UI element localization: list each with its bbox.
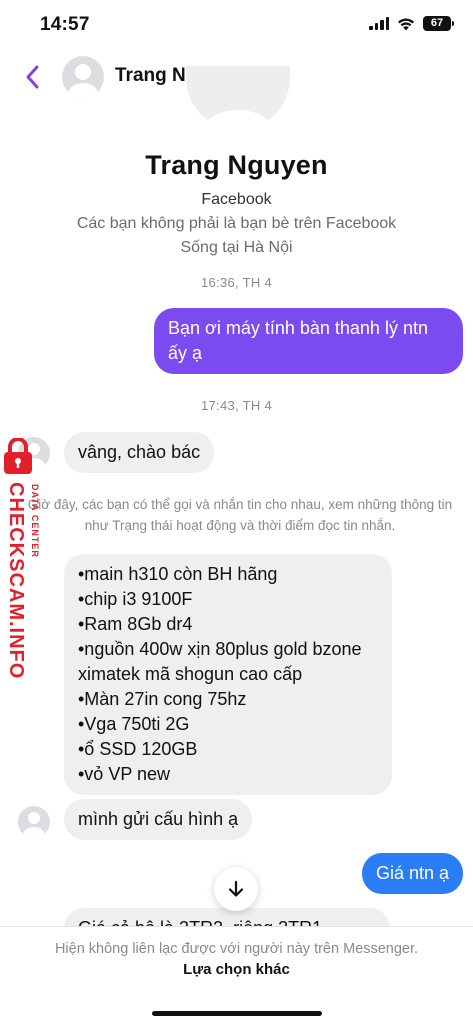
watermark-sub: DATA CENTER: [30, 484, 40, 558]
scroll-to-bottom-button[interactable]: [214, 867, 258, 911]
header-avatar[interactable]: [62, 56, 104, 98]
watermark-brand: CHECKSCAM.INFO: [5, 482, 27, 680]
default-avatar-icon: [201, 110, 275, 130]
spec-line: •ổ SSD 120GB: [78, 739, 198, 759]
spec-line: •Màn 27in cong 75hz: [78, 689, 247, 709]
spec-line: •vỏ VP new: [78, 764, 171, 784]
profile-location: Sống tại Hà Nội: [180, 239, 293, 256]
spec-line: •Vga 750ti 2G: [78, 714, 190, 734]
bottom-panel: Hiện không liên lạc được với người này t…: [0, 926, 473, 1024]
status-bar: 14:57 67: [0, 0, 473, 52]
profile-name: Trang Nguyen: [145, 150, 328, 180]
profile-avatar: [186, 66, 290, 130]
incoming-message[interactable]: mình gửi cấu hình ạ: [64, 799, 253, 840]
sender-avatar[interactable]: [18, 806, 50, 838]
arrow-down-icon: [228, 880, 244, 897]
outgoing-message[interactable]: Bạn ơi máy tính bàn thanh lý ntn ấy ạ: [154, 308, 463, 374]
incoming-message-specs[interactable]: •main h310 còn BH hãng •chip i3 9100F •R…: [64, 554, 392, 795]
message-timestamp: 17:43, TH 4: [201, 398, 272, 413]
back-button[interactable]: [22, 62, 46, 92]
watermark: CHECKSCAM.INFO DATA CENTER: [0, 436, 48, 679]
outgoing-message[interactable]: Giá ntn ạ: [361, 853, 463, 894]
spec-line: •nguồn 400w xịn 80plus gold bzone ximate…: [78, 639, 362, 684]
spec-line: •chip i3 9100F: [78, 589, 193, 609]
lock-icon: [4, 438, 32, 474]
profile-source: Facebook: [201, 191, 272, 208]
status-time: 14:57: [40, 14, 90, 35]
home-indicator[interactable]: [152, 1011, 322, 1016]
battery-icon: 67: [423, 16, 454, 31]
profile-relation: Các bạn không phải là bạn bè trên Facebo…: [76, 215, 397, 232]
system-note: Giờ đây, các bạn có thể gọi và nhắn tin …: [27, 497, 453, 533]
status-icons: 67: [369, 16, 454, 31]
profile-info: Trang Nguyen Facebook Các bạn không phải…: [0, 150, 473, 257]
wifi-icon: [398, 18, 414, 30]
unavailable-notice: Hiện không liên lạc được với người này t…: [54, 941, 419, 957]
spec-line: •Ram 8Gb dr4: [78, 614, 193, 634]
default-avatar-icon: [23, 812, 45, 838]
message-timestamp: 16:36, TH 4: [201, 275, 272, 290]
spec-line: •main h310 còn BH hãng: [78, 564, 278, 584]
chevron-left-icon: [26, 65, 39, 89]
default-avatar-icon: [68, 64, 98, 98]
cellular-signal-icon: [369, 17, 389, 30]
incoming-message[interactable]: vâng, chào bác: [64, 432, 215, 473]
more-options-button[interactable]: Lựa chọn khác: [0, 961, 473, 978]
